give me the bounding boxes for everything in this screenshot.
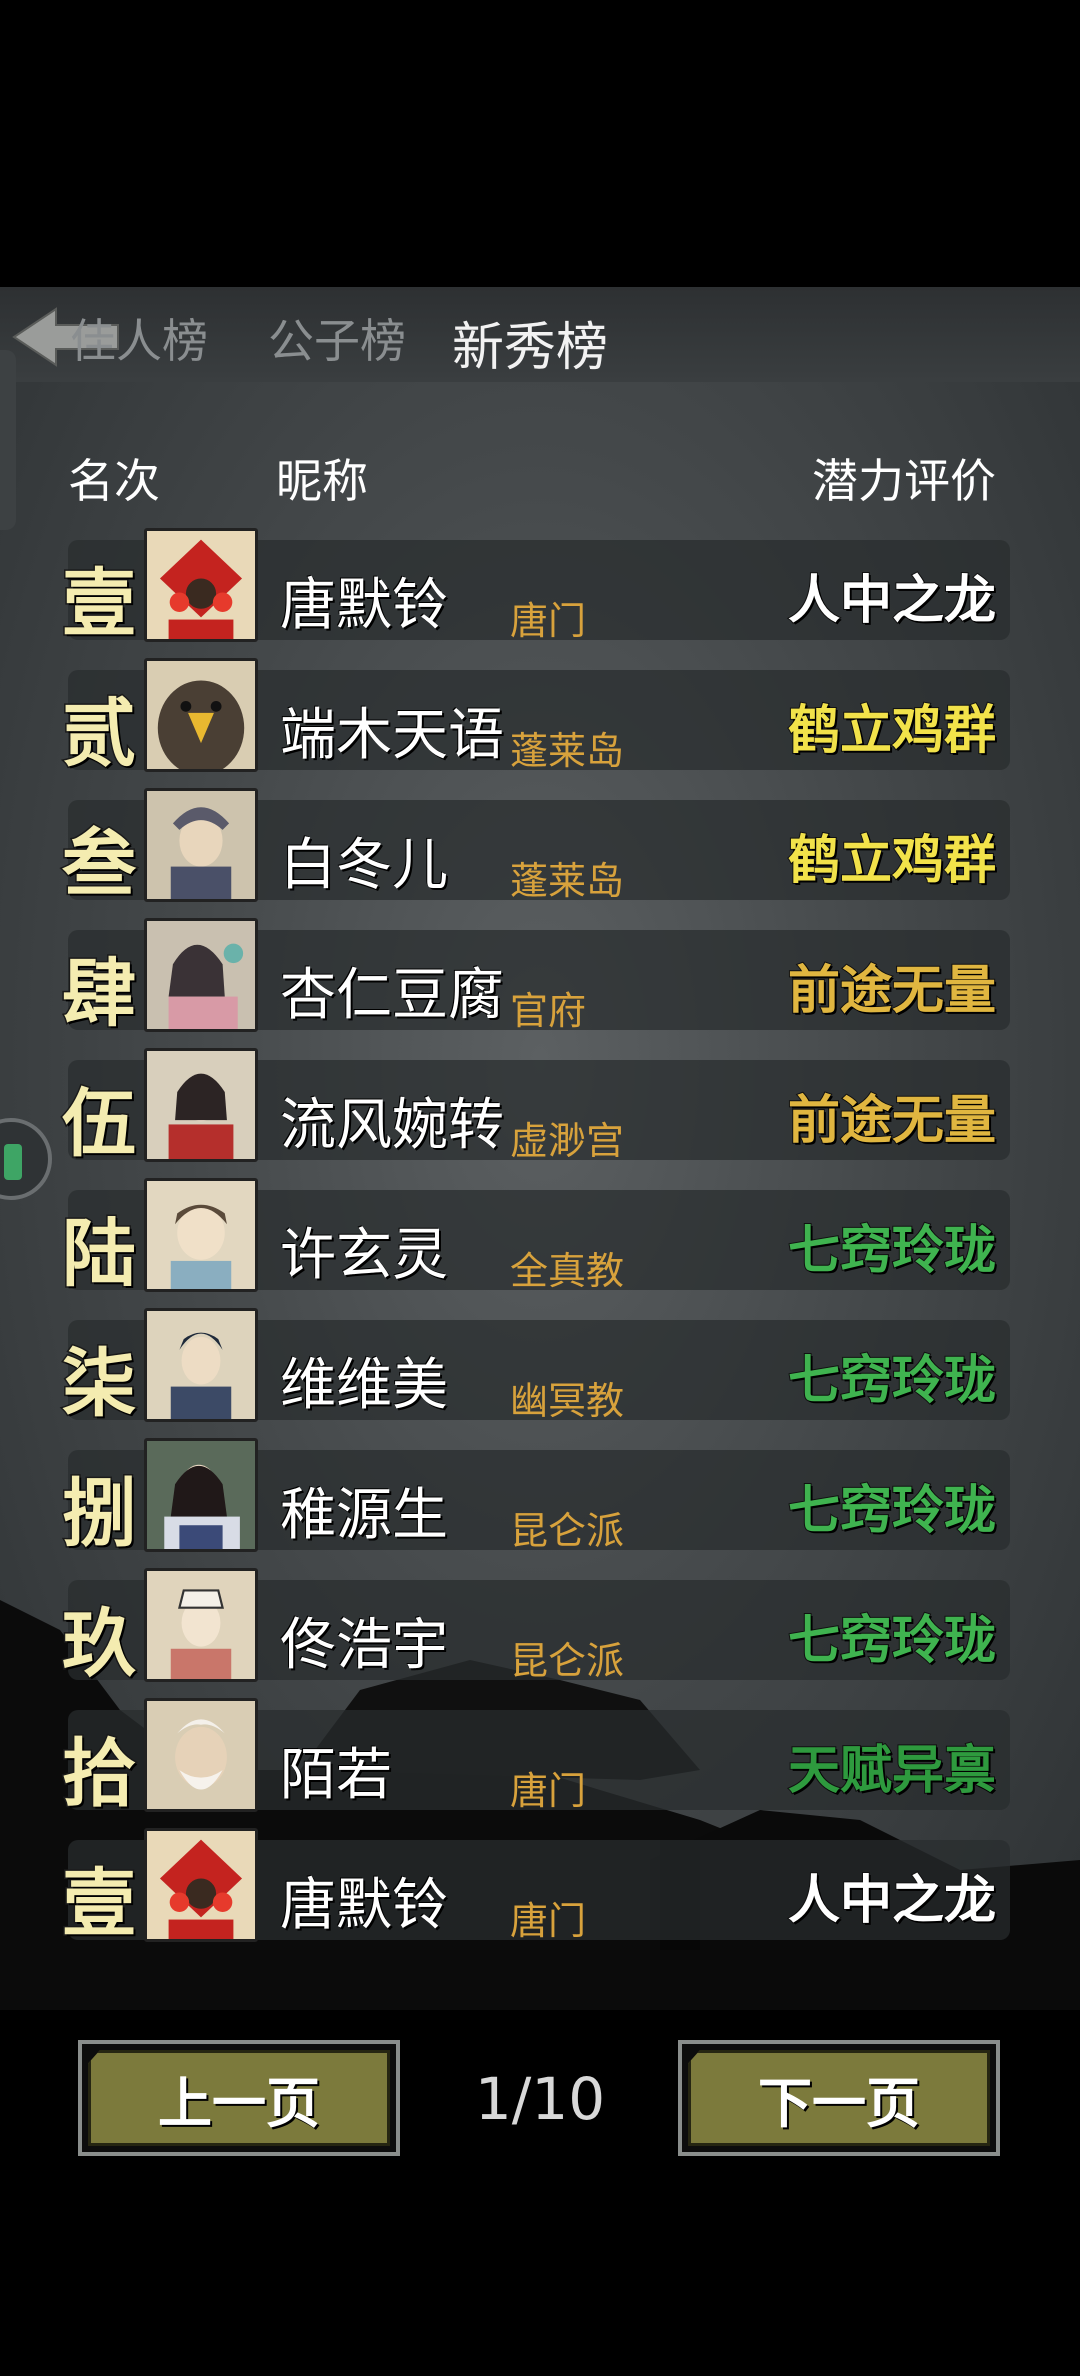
rank-numeral: 壹	[61, 1860, 138, 1949]
avatar-portrait-icon	[147, 661, 255, 769]
potential-rating: 鹤立鸡群	[787, 829, 997, 892]
player-sect: 虚渺宫	[510, 1119, 625, 1163]
potential-rating: 七窍玲珑	[787, 1609, 997, 1672]
potential-rating: 前途无量	[787, 1089, 997, 1152]
next-page-button[interactable]: 下一页	[678, 2040, 1000, 2156]
avatar-portrait-icon	[147, 1311, 255, 1419]
ranking-row[interactable]: 陆 许玄灵 全真教 七窍玲珑	[61, 1178, 1010, 1299]
ranking-row[interactable]: 拾 陌若 唐门 天赋异禀	[61, 1698, 1010, 1819]
tab-newcomer-ranking[interactable]: 新秀榜	[452, 305, 608, 380]
player-name: 流风婉转	[280, 1093, 504, 1158]
player-avatar[interactable]	[144, 1178, 258, 1292]
player-avatar[interactable]	[144, 658, 258, 772]
player-name: 佟浩宇	[280, 1613, 448, 1678]
ranking-row[interactable]: 捌 稚源生 昆仑派 七窍玲珑	[61, 1438, 1010, 1559]
prev-page-label: 上一页	[88, 2050, 390, 2146]
avatar-portrait-icon	[147, 1571, 255, 1679]
player-name: 唐默铃	[280, 1873, 448, 1938]
rank-numeral: 壹	[61, 560, 138, 649]
player-sect: 全真教	[510, 1249, 625, 1293]
side-drawer-handle[interactable]	[0, 350, 16, 530]
player-avatar[interactable]	[144, 1048, 258, 1162]
avatar-portrait-icon	[147, 1831, 255, 1939]
potential-rating: 七窍玲珑	[787, 1349, 997, 1412]
player-name: 唐默铃	[280, 573, 448, 638]
player-avatar[interactable]	[144, 1698, 258, 1812]
rank-numeral: 叁	[61, 820, 138, 909]
prev-page-button[interactable]: 上一页	[78, 2040, 400, 2156]
player-sect: 官府	[510, 989, 587, 1033]
ranking-row[interactable]: 柒 维维美 幽冥教 七窍玲珑	[61, 1308, 1010, 1429]
player-sect: 蓬莱岛	[510, 859, 625, 903]
player-avatar[interactable]	[144, 1568, 258, 1682]
player-sect: 昆仑派	[510, 1509, 625, 1553]
avatar-portrait-icon	[147, 1701, 255, 1809]
player-avatar[interactable]	[144, 788, 258, 902]
rank-numeral: 陆	[61, 1210, 138, 1299]
player-avatar[interactable]	[144, 1828, 258, 1942]
avatar-portrait-icon	[147, 791, 255, 899]
rank-numeral: 捌	[61, 1470, 138, 1559]
player-sect: 唐门	[510, 1769, 587, 1813]
potential-rating: 七窍玲珑	[787, 1479, 997, 1542]
tab-bar: 佳人榜 公子榜 新秀榜	[0, 287, 1080, 382]
ranking-row[interactable]: 壹 唐默铃 唐门 人中之龙	[61, 1828, 1010, 1949]
player-name: 陌若	[280, 1743, 392, 1808]
potential-rating: 人中之龙	[787, 569, 997, 632]
ranking-row[interactable]: 贰 端木天语 蓬莱岛 鹤立鸡群	[61, 658, 1010, 779]
rank-numeral: 伍	[61, 1080, 138, 1169]
player-name: 杏仁豆腐	[280, 963, 504, 1028]
player-sect: 唐门	[510, 1899, 587, 1943]
player-name: 许玄灵	[280, 1223, 448, 1288]
ranking-row[interactable]: 叁 白冬儿 蓬莱岛 鹤立鸡群	[61, 788, 1010, 909]
player-sect: 幽冥教	[510, 1379, 625, 1423]
header-nickname: 昵称	[276, 454, 368, 508]
avatar-portrait-icon	[147, 531, 255, 639]
player-name: 端木天语	[280, 703, 504, 768]
ranking-row[interactable]: 肆 杏仁豆腐 官府 前途无量	[61, 918, 1010, 1039]
avatar-portrait-icon	[147, 921, 255, 1029]
ranking-row[interactable]: 玖 佟浩宇 昆仑派 七窍玲珑	[61, 1568, 1010, 1689]
rank-numeral: 拾	[61, 1730, 138, 1819]
potential-rating: 天赋异禀	[787, 1739, 997, 1802]
rank-numeral: 肆	[61, 950, 138, 1039]
ranking-row[interactable]: 壹 唐默铃 唐门 人中之龙	[61, 528, 1010, 649]
player-name: 维维美	[280, 1353, 448, 1418]
potential-rating: 七窍玲珑	[787, 1219, 997, 1282]
rank-numeral: 柒	[61, 1340, 138, 1429]
potential-rating: 人中之龙	[787, 1869, 997, 1932]
header-rating: 潜力评价	[812, 454, 996, 508]
tab-beauty-ranking[interactable]: 佳人榜	[70, 305, 208, 371]
player-sect: 昆仑派	[510, 1639, 625, 1683]
rank-numeral: 贰	[61, 690, 138, 779]
player-name: 白冬儿	[280, 833, 448, 898]
rank-numeral: 玖	[61, 1600, 138, 1689]
player-avatar[interactable]	[144, 528, 258, 642]
ranking-row[interactable]: 伍 流风婉转 虚渺宫 前途无量	[61, 1048, 1010, 1169]
player-name: 稚源生	[280, 1483, 448, 1548]
player-sect: 蓬莱岛	[510, 729, 625, 773]
tab-gentleman-ranking[interactable]: 公子榜	[268, 305, 406, 371]
avatar-portrait-icon	[147, 1181, 255, 1289]
avatar-portrait-icon	[147, 1441, 255, 1549]
page-indicator: 1/10	[438, 2026, 642, 2172]
player-avatar[interactable]	[144, 1308, 258, 1422]
player-avatar[interactable]	[144, 918, 258, 1032]
potential-rating: 鹤立鸡群	[787, 699, 997, 762]
next-page-label: 下一页	[688, 2050, 990, 2146]
player-avatar[interactable]	[144, 1438, 258, 1552]
player-sect: 唐门	[510, 599, 587, 643]
header-rank: 名次	[68, 454, 160, 508]
potential-rating: 前途无量	[787, 959, 997, 1022]
avatar-portrait-icon	[147, 1051, 255, 1159]
